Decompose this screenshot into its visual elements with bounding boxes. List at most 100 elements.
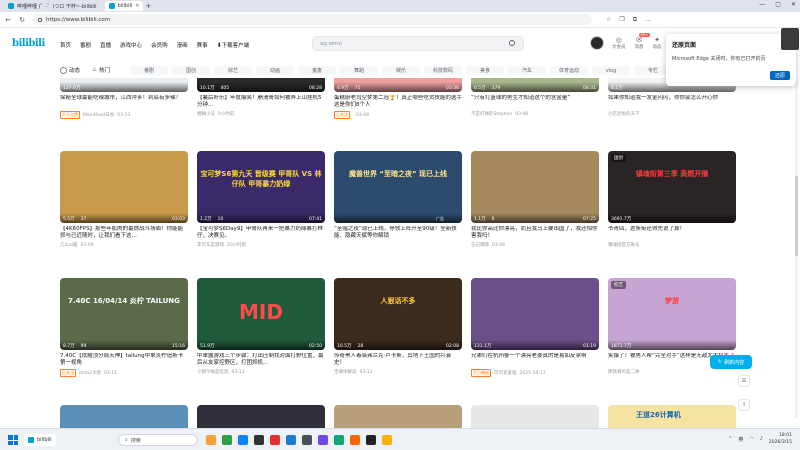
video-card[interactable]: 10.1万 405 08:28 【襄后补乐】年度爆笑！崩溃哥如何被弄上山挂机5分钟… 模…	[197, 78, 325, 117]
video-title[interactable]: 我比你高比你漂亮，而且我马上要出国了，我还怕你害我吗！	[471, 226, 599, 240]
category-item[interactable]: 动画	[256, 66, 294, 75]
video-thumbnail[interactable]: 137.6万	[60, 78, 188, 92]
video-title[interactable]: 探秘全球最能吃辣城市，江西萍乡！到底有多辣？	[60, 95, 188, 109]
uploader-name[interactable]: Mandfood日食	[83, 112, 114, 118]
close-window-icon[interactable]: ✕	[791, 1, 796, 8]
video-card-partial[interactable]	[334, 405, 462, 428]
taskbar-search-input[interactable]: ⌕ 搜索	[118, 434, 198, 446]
refresh-icon[interactable]: ↻	[18, 16, 26, 24]
volume-icon[interactable]: ♪	[760, 436, 763, 442]
nav-game-center[interactable]: 游戏中心	[120, 41, 142, 49]
app-icon[interactable]	[318, 435, 328, 445]
category-item[interactable]: 美食	[466, 66, 504, 75]
search-input[interactable]: aq wmo	[312, 36, 524, 51]
nav-live[interactable]: 直播	[100, 41, 111, 49]
dynamic-button[interactable]: ✦ 动态	[653, 36, 662, 50]
search-icon[interactable]	[509, 40, 515, 46]
video-title[interactable]: 【4K60FPS】那些年肌肉的最燃战斗场面！你能能抓与已近随时，让我们看下这…	[60, 226, 188, 240]
uploader-name[interactable]: 镇魂街官方账号	[608, 242, 640, 248]
video-thumbnail[interactable]: 5.5万 37 03:03	[60, 151, 188, 223]
clock[interactable]: 18:01 2026/3/15	[769, 432, 792, 446]
video-card[interactable]: 魔兽世界 “至暗之夜” 现已上线 广告 “至暗之夜”现已上线，停领上阵开至90级！全…	[334, 151, 462, 242]
app-icon[interactable]	[286, 435, 296, 445]
feedback-button[interactable]: ☰	[738, 375, 750, 387]
file-explorer-icon[interactable]	[206, 435, 216, 445]
nav-manga[interactable]: 漫画	[177, 41, 188, 49]
maximize-icon[interactable]: ▢	[775, 1, 781, 8]
video-thumbnail[interactable]: 梦游 综艺 1873.7万	[608, 278, 736, 350]
back-icon[interactable]: ←	[4, 16, 12, 24]
video-title[interactable]: 爷青回，这条街还得先说了算！	[608, 226, 736, 240]
app-icon[interactable]	[350, 435, 360, 445]
app-icon[interactable]	[222, 435, 232, 445]
nav-download-client[interactable]: ⬇下载客户端	[217, 41, 250, 49]
video-card[interactable]: 4.9万 75 03:36 蛋糕厨老司空梦第二冠🏆！真正哪些吃货技能的选手这是你们8个…	[334, 78, 462, 119]
edge-icon[interactable]	[238, 435, 248, 445]
video-card-partial[interactable]	[60, 405, 188, 428]
nav-mall[interactable]: 会员购	[151, 41, 168, 49]
category-hot[interactable]: ♨ 热门	[92, 66, 110, 74]
message-button[interactable]: ✉ 99+ 消息	[635, 33, 650, 50]
category-item[interactable]: 舞蹈	[340, 66, 378, 75]
video-card[interactable]: 宝可梦S6第九天 晋级赛 甲哥队 VS 林仔队 甲哥暴力奶绿 1.2万 10 07:4…	[197, 151, 325, 248]
uploader-name[interactable]: 小店老板的天下	[608, 111, 640, 117]
minimize-icon[interactable]: —	[759, 1, 765, 8]
collections-icon[interactable]: ❐	[619, 16, 624, 24]
uploader-name[interactable]: 不是打球的Stephen	[471, 111, 512, 117]
category-item[interactable]: 娱乐	[382, 66, 420, 75]
vip-button[interactable]: ◎ 大会员	[612, 36, 626, 50]
category-item[interactable]: 科技数码	[424, 66, 462, 75]
video-thumbnail[interactable]: 宝可梦S6第九天 晋级赛 甲哥队 VS 林仔队 甲哥暴力奶绿 1.2万 10 07:4…	[197, 151, 325, 223]
video-title[interactable]: 传奇黑人毒枭弗兰克·卢卡斯，其地下王国的兴衰史！	[334, 353, 462, 367]
video-card[interactable]: 131.1万 01:19 兄弟们在杭州娶一个漂亮老婆真的是易如反掌啊 百万播放 可可爱爱…	[471, 278, 599, 377]
nav-home[interactable]: 首页	[60, 41, 71, 49]
tray-chevron-icon[interactable]: ⌃	[728, 436, 732, 442]
video-thumbnail[interactable]: 10.1万 405 08:28	[197, 78, 325, 92]
windows-start-icon[interactable]	[8, 435, 18, 445]
video-thumbnail[interactable]: 7.40C 16/04/14 炎柠 TAILUNG 8.7万 99 15:16	[60, 278, 188, 350]
uploader-name[interactable]: 小猪午睡是吃饭	[197, 369, 229, 375]
video-card[interactable]: 5.5万 37 03:03 【4K60FPS】那些年肌肉的最燃战斗场面！你能能抓与已近…	[60, 151, 188, 248]
uploader-name[interactable]: 忘记蹲蹲	[471, 242, 489, 248]
video-thumbnail[interactable]: 镇魂街第三季 高燃开播 国创 3691.7万	[608, 151, 736, 223]
app-icon[interactable]	[254, 435, 264, 445]
category-item[interactable]: 番剧	[130, 66, 168, 75]
uploader-name[interactable]: 模糊小号	[197, 111, 215, 117]
app-icon[interactable]	[334, 435, 344, 445]
scrollbar-thumb[interactable]	[795, 176, 798, 256]
uploader-name[interactable]: 那我真的是二季	[608, 369, 640, 375]
url-field[interactable]: https://www.bilibili.com	[32, 14, 592, 25]
category-item[interactable]: 鬼畜	[298, 66, 336, 75]
bilibili-logo[interactable]: bilibili	[12, 38, 45, 49]
uploader-name[interactable]: dota2大佬	[79, 370, 101, 376]
avatar[interactable]	[590, 36, 604, 50]
steam-icon[interactable]	[302, 435, 312, 445]
app-icon[interactable]	[382, 435, 392, 445]
extensions-icon[interactable]: ⧉	[633, 16, 637, 24]
video-title[interactable]: 7.40C【炫耀顶分局天神】tailung中单炎柠追斯卡 第一视角	[60, 353, 188, 367]
taskbar-bilibili-app[interactable]: bilibili	[24, 434, 56, 446]
video-card[interactable]: MID 51.9万 02:50 中单露游戏三个步骤：打出压制找对面打野位置，最后从友家…	[197, 278, 325, 375]
refresh-feed-button[interactable]: ↻ 刷新内容	[710, 355, 752, 369]
category-item[interactable]: 汽车	[508, 66, 546, 75]
tab-bilibili-active[interactable]: bilibili ✕	[104, 1, 144, 11]
video-card-partial[interactable]	[471, 405, 599, 428]
video-title[interactable]: 蛋糕厨老司空梦第二冠🏆！真正哪些吃货技能的选手这是你们8个人	[334, 95, 462, 109]
video-card[interactable]: 人狠话不多 10.5万 28 02:08 传奇黑人毒枭弗兰克·卢卡斯，其地下王国的兴衰史…	[334, 278, 462, 375]
uploader-name[interactable]: 几么ai酱	[60, 242, 78, 248]
category-item[interactable]: 综艺	[214, 66, 252, 75]
uploader-name[interactable]: 无罪体解说	[334, 369, 357, 375]
category-item[interactable]: vlog	[592, 66, 630, 75]
video-thumbnail[interactable]: 6.5万 379 08:31	[471, 78, 599, 92]
more-menu-icon[interactable]: …	[645, 16, 651, 24]
category-item[interactable]: 体育运动	[550, 66, 588, 75]
nav-match[interactable]: 赛事	[197, 41, 208, 49]
video-title[interactable]: 如果你知道我一发金闪闪，你你会怎么开心你	[608, 95, 736, 109]
video-title[interactable]: 兄弟们在杭州娶一个漂亮老婆真的是易如反掌啊	[471, 353, 599, 367]
category-dynamic[interactable]: 动态	[60, 66, 80, 74]
video-thumbnail[interactable]: 4.9万 75 03:36	[334, 78, 462, 92]
close-tab-icon[interactable]: ✕	[135, 3, 139, 9]
uploader-name[interactable]: 可可爱爱喵	[494, 370, 517, 376]
app-icon[interactable]	[366, 435, 376, 445]
tray-lang[interactable]: 英	[738, 436, 743, 443]
